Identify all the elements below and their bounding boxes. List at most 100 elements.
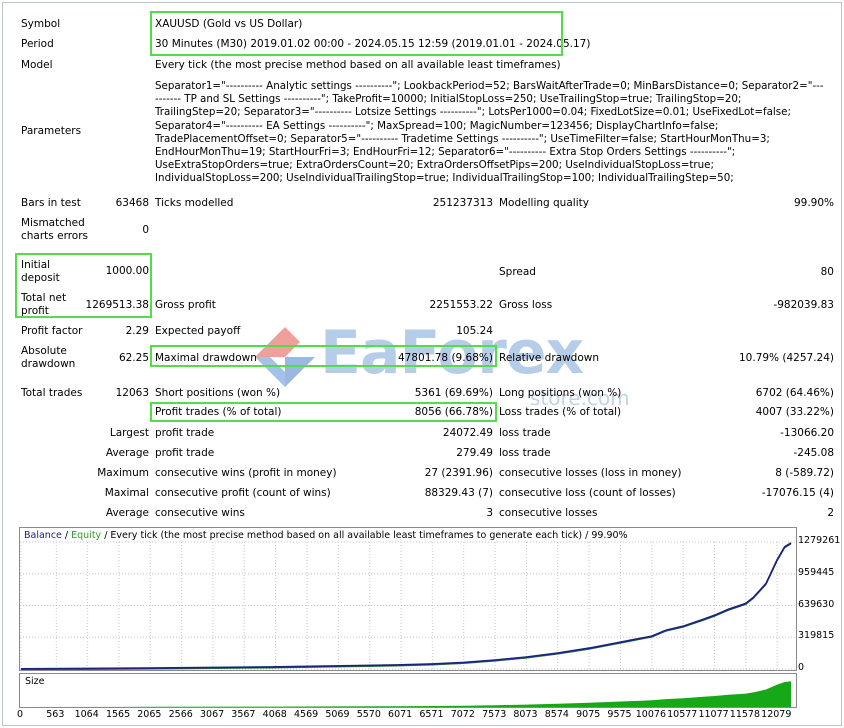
maximum-loss-value: 8 (-589.72) [775,467,834,479]
x-tick-label: 6571 [419,709,444,720]
x-tick-label: 2566 [168,709,193,720]
average-loss-label: loss trade [499,447,551,459]
size-area [21,681,791,707]
maximal-profit-value: 88329.43 (7) [424,487,493,499]
y-tick-label: 319815 [798,630,835,642]
x-tick-label: 10577 [667,709,698,720]
x-tick-label: 8073 [513,709,538,720]
avgcons-loss-label: consecutive losses [499,507,598,519]
expected-label: Expected payoff [155,325,241,337]
x-tick-label: 7072 [450,709,475,720]
absdd-label-2: drawdown [21,358,76,370]
spread-value: 80 [820,266,834,278]
maximum-prefix: Maximum [97,467,149,479]
x-tick-label: 8574 [544,709,569,720]
avgcons-profit-value: 3 [486,507,493,519]
losstrades-value: 4007 (33.22%) [755,406,834,418]
losstrades-label: Loss trades (% of total) [499,406,622,418]
reldd-value: 10.79% (4257.24) [739,352,834,364]
longpos-label: Long positions (won %) [499,387,622,399]
quality-label: Modelling quality [499,197,589,209]
equity-legend: Equity [71,530,102,541]
ticks-label: Ticks modelled [155,197,234,209]
balance-chart-svg [20,541,796,670]
x-tick-label: 3567 [231,709,256,720]
legend-separator: / [61,530,72,541]
shortpos-value: 5361 (69.69%) [414,387,493,399]
maximum-profit-label: consecutive wins (profit in money) [155,467,337,479]
size-label: Size [25,676,45,687]
maximal-profit-label: consecutive profit (count of wins) [155,487,331,499]
mismatched-label-2: charts errors [21,230,88,242]
reldd-label: Relative drawdown [499,352,600,364]
shortpos-label: Short positions (won %) [155,387,281,399]
average-profit-label: profit trade [155,447,215,459]
average-loss-value: -245.08 [793,447,834,459]
pf-value: 2.29 [125,325,149,337]
maximum-profit-value: 27 (2391.96) [424,467,493,479]
absdd-label-1: Absolute [21,345,67,357]
x-tick-label: 2065 [137,709,162,720]
maxdd-highlight [150,345,497,367]
average-profit-value: 279.49 [456,447,493,459]
x-tick-label: 1565 [105,709,131,720]
model-label: Model [21,59,53,71]
maximal-prefix: Maximal [104,487,149,499]
absdd-value: 62.25 [118,352,149,364]
y-tick-label: 1279261 [798,535,841,546]
quality-value: 99.90% [793,197,834,209]
maximal-loss-value: -17076.15 (4) [761,487,834,499]
maximum-loss-label: consecutive losses (loss in money) [499,467,682,479]
x-tick-label: 11077 [698,709,729,720]
parameters-value: Separator1="---------- Analytic settings… [155,80,824,185]
parameters-label: Parameters [21,125,82,137]
balance-legend: Balance [24,530,62,541]
mismatched-label-1: Mismatched [21,217,85,229]
x-tick-label: 3067 [199,709,225,720]
balance-chart [19,527,797,671]
balance-line [20,542,792,670]
x-tick-label: 1064 [74,709,99,720]
x-tick-label: 0 [17,709,24,720]
x-tick-label: 4068 [262,709,287,720]
trades-label: Total trades [21,387,83,399]
largest-loss-value: -13066.20 [780,427,834,439]
avgcons-loss-value: 2 [827,507,834,519]
longpos-value: 6702 (64.46%) [755,387,834,399]
x-tick-label: 7573 [482,709,507,720]
trades-value: 12063 [115,387,149,399]
spread-label: Spread [499,266,536,278]
profittrades-highlight [150,402,497,422]
x-tick-label: 12079 [761,709,792,720]
symbol-period-highlight [150,11,563,56]
avgcons-profit-label: consecutive wins [155,507,245,519]
largest-loss-label: loss trade [499,427,551,439]
equity-line [20,543,792,670]
largest-profit-value: 24072.49 [442,427,493,439]
x-tick-label: 10076 [635,709,666,720]
pf-label: Profit factor [21,325,83,337]
largest-profit-label: profit trade [155,427,215,439]
expected-value: 105.24 [456,325,493,337]
average-prefix: Average [105,447,149,459]
x-tick-label: 6071 [388,709,413,720]
ticks-value: 251237313 [432,197,493,209]
grossloss-value: -982039.83 [773,299,834,311]
bars-value: 63468 [115,197,149,209]
x-tick-label: 5069 [325,709,350,720]
bars-label: Bars in test [21,197,81,209]
mismatched-value: 0 [142,224,149,236]
deposit-profit-highlight [15,253,152,318]
y-tick-label: 959445 [798,566,835,578]
x-tick-label: 563 [46,709,65,720]
x-tick-label: 9575 [607,709,632,720]
chart-caption: Balance / Equity / Every tick (the most … [24,530,628,541]
x-tick-label: 11578 [729,709,761,720]
size-chart [19,673,797,708]
x-tick-label: 4569 [294,709,319,720]
chart-caption-text: / Every tick (the most precise method ba… [101,530,628,541]
period-label: Period [21,38,54,50]
avgcons-prefix: Average [105,507,149,519]
grossprofit-label: Gross profit [155,299,216,311]
y-tick-label: 0 [798,662,805,673]
